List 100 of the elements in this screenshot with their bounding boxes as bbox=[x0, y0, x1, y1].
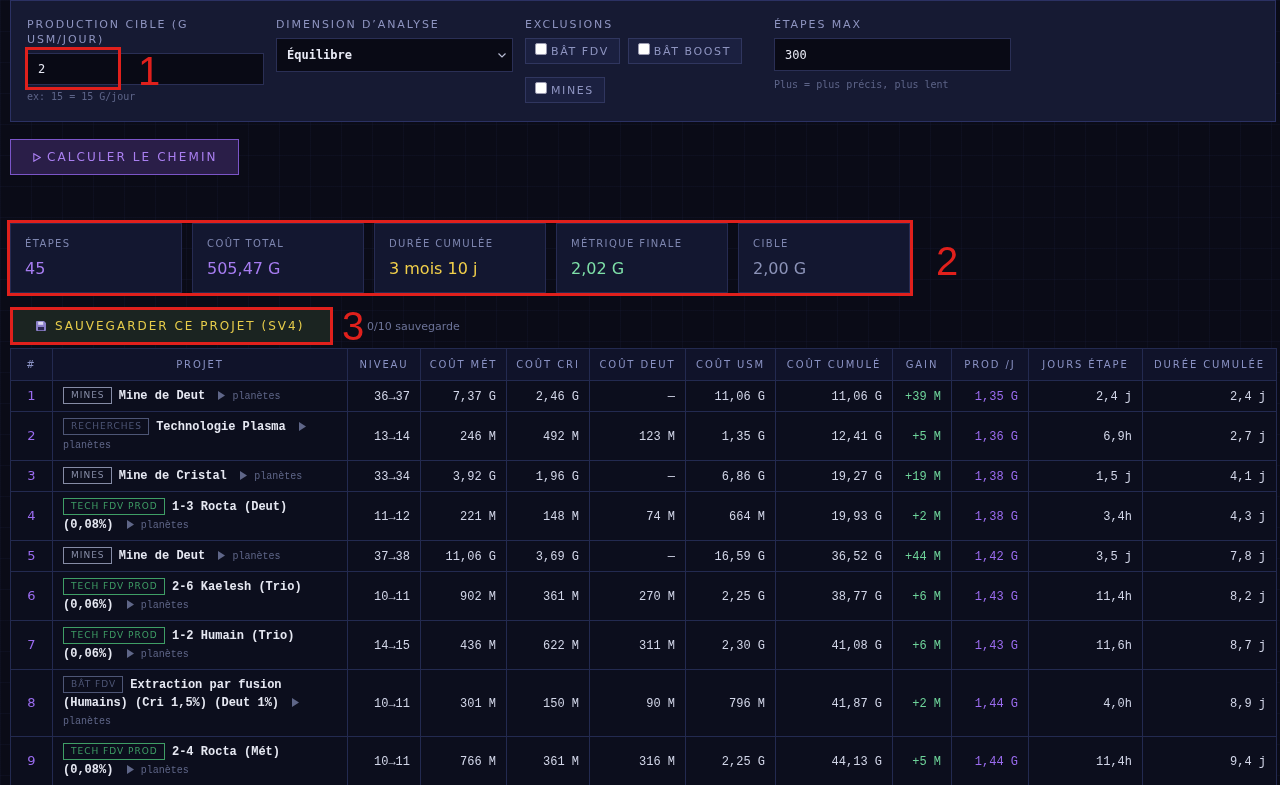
checkbox[interactable] bbox=[637, 42, 650, 55]
table-cell: — bbox=[589, 540, 686, 572]
table-cell: 10→11 bbox=[347, 669, 421, 737]
project-detail: (Humains) (Cri 1,5%) (Deut 1%) bbox=[63, 696, 280, 710]
field-hint: ex: 15 = 15 G/jour bbox=[27, 91, 136, 102]
table-cell: 436 M bbox=[420, 620, 507, 670]
stat-value: 2,00 G bbox=[753, 259, 807, 279]
table-cell: 41,08 G bbox=[775, 620, 893, 670]
caret-right-icon[interactable] bbox=[126, 520, 134, 529]
table-cell: 796 M bbox=[685, 669, 776, 737]
table-cell: 1,35 G bbox=[951, 380, 1029, 412]
project-name: Mine de Deut bbox=[118, 389, 206, 403]
table-cell: 11,6h bbox=[1028, 620, 1143, 670]
table-cell: 90 M bbox=[589, 669, 686, 737]
stat-value: 3 mois 10 j bbox=[389, 259, 478, 279]
table-cell: +6 M bbox=[892, 620, 952, 670]
planets-link[interactable]: planètes bbox=[140, 600, 189, 611]
planets-link[interactable]: planètes bbox=[232, 391, 281, 402]
table-cell: 38,77 G bbox=[775, 571, 893, 621]
stat-label: CIBLE bbox=[753, 238, 789, 250]
category-tag: BÂT FDV bbox=[63, 676, 124, 693]
table-cell: +6 M bbox=[892, 571, 952, 621]
column-header: COÛT CUMULÉ bbox=[775, 348, 893, 381]
max-steps-input[interactable]: 300 bbox=[774, 38, 1011, 71]
table-cell: 19,93 G bbox=[775, 491, 893, 541]
table-cell: — bbox=[589, 380, 686, 412]
planets-link[interactable]: planètes bbox=[140, 649, 189, 660]
table-cell: 2,4 j bbox=[1028, 380, 1143, 412]
play-icon bbox=[33, 152, 41, 162]
category-tag: MINES bbox=[63, 547, 112, 564]
planets-link[interactable]: planètes bbox=[63, 440, 111, 451]
table-cell: +44 M bbox=[892, 540, 952, 572]
table-cell: 2,30 G bbox=[685, 620, 776, 670]
table-cell: 19,27 G bbox=[775, 460, 893, 492]
table-cell: 221 M bbox=[420, 491, 507, 541]
planets-link[interactable]: planètes bbox=[232, 551, 281, 562]
row-number: 4 bbox=[10, 491, 53, 541]
project-name: Extraction par fusion bbox=[130, 678, 282, 692]
table-cell: +2 M bbox=[892, 669, 952, 737]
column-header: COÛT MÉT bbox=[420, 348, 507, 381]
planets-link[interactable]: planètes bbox=[254, 471, 303, 482]
field-hint: Plus = plus précis, plus lent bbox=[774, 79, 949, 90]
table-cell: — bbox=[589, 460, 686, 492]
table-cell: 12,41 G bbox=[775, 411, 893, 461]
caret-right-icon[interactable] bbox=[240, 471, 247, 480]
row-number: 9 bbox=[10, 736, 53, 785]
exclusion-chip[interactable]: MINES bbox=[525, 77, 605, 103]
field-label: ÉTAPES MAX bbox=[774, 17, 862, 32]
table-cell: 41,87 G bbox=[775, 669, 893, 737]
table-cell: 3,92 G bbox=[420, 460, 507, 492]
project-detail: (0,08%) bbox=[63, 518, 114, 532]
caret-right-icon[interactable] bbox=[218, 391, 226, 400]
table-cell: 902 M bbox=[420, 571, 507, 621]
checkbox[interactable] bbox=[535, 42, 547, 55]
table-cell: 4,3 j bbox=[1142, 491, 1277, 541]
analysis-dropdown[interactable]: Équilibre bbox=[276, 38, 513, 72]
row-number: 6 bbox=[10, 571, 53, 621]
field-label: PRODUCTION CIBLE (G USM/JOUR) bbox=[27, 17, 190, 47]
table-cell: 13→14 bbox=[347, 411, 421, 461]
category-tag: TECH FDV PROD bbox=[63, 743, 165, 760]
caret-right-icon[interactable] bbox=[292, 698, 300, 707]
row-number: 3 bbox=[10, 460, 53, 492]
table-cell: +19 M bbox=[892, 460, 952, 492]
table-cell: 311 M bbox=[589, 620, 686, 670]
calculate-button[interactable]: CALCULER LE CHEMIN bbox=[10, 139, 239, 175]
table-cell: 2,4 j bbox=[1142, 380, 1277, 412]
table-cell: 14→15 bbox=[347, 620, 421, 670]
exclusion-chip[interactable]: BÂT FDV bbox=[525, 38, 620, 64]
exclusion-chip[interactable]: BÂT BOOST bbox=[627, 38, 742, 64]
stat-value: 2,02 G bbox=[571, 259, 625, 279]
checkbox[interactable] bbox=[535, 81, 547, 94]
project-detail: (0,08%) bbox=[63, 763, 114, 777]
table-cell: 664 M bbox=[685, 491, 776, 541]
column-header: COÛT USM bbox=[685, 348, 776, 381]
category-tag: RECHERCHES bbox=[63, 418, 149, 435]
table-cell: 270 M bbox=[589, 571, 686, 621]
row-number: 5 bbox=[10, 540, 53, 572]
table-cell: 36→37 bbox=[347, 380, 421, 412]
planets-link[interactable]: planètes bbox=[140, 520, 189, 531]
caret-right-icon[interactable] bbox=[298, 422, 306, 431]
table-cell: 74 M bbox=[589, 491, 686, 541]
caret-right-icon[interactable] bbox=[126, 600, 134, 609]
row-number: 7 bbox=[10, 620, 53, 670]
table-cell: 622 M bbox=[506, 620, 590, 670]
project-name: Technologie Plasma bbox=[156, 420, 286, 434]
table-cell: 4,0h bbox=[1028, 669, 1143, 737]
stat-label: MÉTRIQUE FINALE bbox=[571, 238, 683, 250]
table-cell: 1,42 G bbox=[951, 540, 1029, 572]
caret-right-icon[interactable] bbox=[126, 765, 134, 774]
table-cell: 1,38 G bbox=[951, 460, 1029, 492]
project-name: 2-4 Rocta (Mét) bbox=[171, 745, 280, 759]
planets-link[interactable]: planètes bbox=[63, 716, 111, 727]
caret-right-icon[interactable] bbox=[126, 649, 134, 658]
project-detail: (0,06%) bbox=[63, 598, 114, 612]
category-tag: TECH FDV PROD bbox=[63, 578, 165, 595]
caret-right-icon[interactable] bbox=[218, 551, 226, 560]
save-button[interactable]: SAUVEGARDER CE PROJET (SV4) bbox=[12, 309, 331, 343]
column-header: GAIN bbox=[892, 348, 952, 381]
planets-link[interactable]: planètes bbox=[140, 765, 189, 776]
table-cell: 150 M bbox=[506, 669, 590, 737]
